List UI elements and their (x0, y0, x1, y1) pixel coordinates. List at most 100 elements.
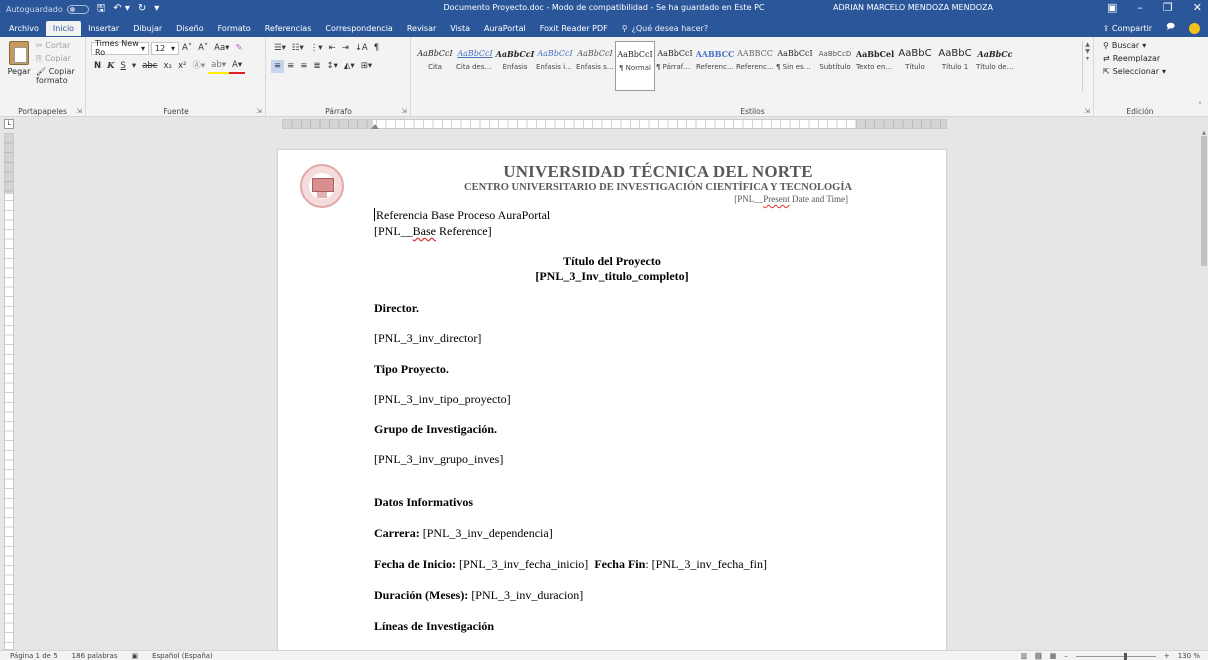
ribbon-display-icon[interactable]: ▣ (1107, 1, 1117, 14)
read-mode-icon[interactable]: ▥ (1021, 652, 1028, 660)
superscript-icon[interactable]: x² (175, 60, 189, 73)
minimize-icon[interactable]: – (1137, 1, 1143, 14)
collapse-ribbon-icon[interactable]: ˄ (1198, 101, 1202, 110)
decrease-indent-icon[interactable]: ⇤ (326, 42, 339, 55)
document-page[interactable]: UNIVERSIDAD TÉCNICA DEL NORTE CENTRO UNI… (278, 150, 946, 650)
style-cita-destacada[interactable]: AaBbCcI Cita desta... (455, 41, 495, 91)
close-icon[interactable]: ✕ (1193, 1, 1202, 14)
shading-icon[interactable]: ◭▾ (341, 60, 358, 73)
tab-archivo[interactable]: Archivo (2, 21, 46, 36)
font-color-icon[interactable]: A▾ (229, 59, 246, 74)
justify-icon[interactable]: ≣ (310, 60, 323, 73)
zoom-slider[interactable] (1075, 652, 1156, 660)
style-subtitulo[interactable]: AaBbCcD Subtítulo (815, 41, 855, 91)
tab-insertar[interactable]: Insertar (81, 21, 126, 36)
tab-revisar[interactable]: Revisar (400, 21, 443, 36)
word-count[interactable]: 186 palabras (72, 652, 118, 660)
font-name-select[interactable]: Times New Ro ▾ (91, 39, 149, 57)
clear-format-icon[interactable]: ✎ (232, 42, 245, 55)
zoom-slider-knob[interactable] (1123, 652, 1127, 660)
style-normal[interactable]: AaBbCcI ¶ Normal (615, 41, 655, 91)
style-referencia-intensa[interactable]: AABBCC Referencia... (695, 41, 735, 91)
tab-correspondencia[interactable]: Correspondencia (318, 21, 399, 36)
highlight-icon[interactable]: ab▾ (208, 59, 230, 74)
style-referencia-sutil[interactable]: AABBCC Referencia... (735, 41, 775, 91)
find-button[interactable]: ⚲ Buscar ▾ (1103, 41, 1146, 50)
line-spacing-icon[interactable]: ↕▾ (324, 60, 341, 73)
horizontal-ruler[interactable] (282, 119, 947, 129)
zoom-out-icon[interactable]: – (1064, 652, 1068, 660)
tab-dibujar[interactable]: Dibujar (126, 21, 169, 36)
user-name[interactable]: ADRIAN MARCELO MENDOZA MENDOZA (833, 3, 993, 12)
style-enfasis[interactable]: AaBbCcI Énfasis (495, 41, 535, 91)
numbering-icon[interactable]: ☷▾ (289, 42, 307, 55)
indent-marker-icon[interactable] (371, 124, 379, 129)
text-effects-icon[interactable]: Ⓐ▾ (189, 60, 208, 73)
subscript-icon[interactable]: x₂ (160, 60, 174, 73)
tab-formato[interactable]: Formato (211, 21, 258, 36)
underline-dropdown-icon[interactable]: ▾ (129, 60, 139, 73)
comments-icon[interactable]: 🗩 (1166, 21, 1175, 35)
multilevel-list-icon[interactable]: ⋮▾ (307, 42, 326, 55)
shrink-font-icon[interactable]: A˅ (195, 42, 211, 55)
title-bar: Autoguardado 🖫 ↶ ▾ ↻ ▾ Documento Proyect… (0, 0, 1208, 18)
style-titulo[interactable]: AaBbC Título (895, 41, 935, 91)
style-titulo-1[interactable]: AaBbC Título 1 (935, 41, 975, 91)
align-center-icon[interactable]: ≡ (284, 60, 297, 73)
style-sin-espaciado[interactable]: AaBbCcI ¶ Sin espa... (775, 41, 815, 91)
dialog-launcher-icon[interactable]: ⇲ (1084, 107, 1090, 115)
style-enfasis-sutil[interactable]: AaBbCcI Énfasis sutil (575, 41, 615, 91)
style-parrafo[interactable]: AaBbCcI ¶ Párrafo... (655, 41, 695, 91)
sort-icon[interactable]: ↓A (352, 42, 371, 55)
increase-indent-icon[interactable]: ⇥ (339, 42, 352, 55)
tab-foxit[interactable]: Foxit Reader PDF (533, 21, 615, 36)
select-button[interactable]: ⇱ Seleccionar ▾ (1103, 67, 1166, 76)
tab-auraportal[interactable]: AuraPortal (477, 21, 533, 36)
vertical-ruler[interactable] (4, 133, 14, 650)
styles-gallery-scroll[interactable]: ▲ ▼ ▾ (1082, 41, 1092, 91)
borders-icon[interactable]: ⊞▾ (358, 60, 375, 73)
style-cita[interactable]: AaBbCcI Cita (415, 41, 455, 91)
proofing-icon[interactable]: ▣ (131, 652, 138, 660)
tell-me-search[interactable]: ⚲ ¿Qué desea hacer? (615, 21, 715, 36)
change-case-icon[interactable]: Aa▾ (211, 42, 232, 55)
web-layout-icon[interactable]: ▦ (1050, 652, 1057, 660)
feedback-smiley-icon[interactable] (1189, 22, 1200, 34)
print-layout-icon[interactable]: ▤ (1035, 652, 1042, 660)
style-titulo-del-libro[interactable]: AaBbCc Título del... (975, 41, 1015, 91)
zoom-in-icon[interactable]: + (1164, 652, 1170, 660)
tab-selector[interactable]: L (4, 119, 14, 129)
language-indicator[interactable]: Español (España) (152, 652, 213, 660)
page-count[interactable]: Página 1 de 5 (10, 652, 58, 660)
style-enfasis-intenso[interactable]: AaBbCcI Énfasis int... (535, 41, 575, 91)
cut-button[interactable]: ✂ Cortar (36, 41, 70, 50)
dialog-launcher-icon[interactable]: ⇲ (256, 107, 262, 115)
paste-button[interactable]: Pegar (4, 41, 34, 76)
bullets-icon[interactable]: ☰▾ (271, 42, 289, 55)
show-marks-icon[interactable]: ¶ (371, 42, 382, 55)
tab-inicio[interactable]: Inicio (45, 21, 82, 36)
vertical-scrollbar[interactable]: ▲ (1200, 130, 1208, 650)
underline-button[interactable]: S (118, 60, 129, 73)
bold-button[interactable]: N (91, 60, 104, 73)
align-right-icon[interactable]: ≡ (297, 60, 310, 73)
grow-font-icon[interactable]: A˄ (179, 42, 195, 55)
share-button[interactable]: ⇪ Compartir (1103, 24, 1152, 33)
replace-button[interactable]: ⇄ Reemplazar (1103, 54, 1160, 63)
format-painter-button[interactable]: 🖌 Copiar formato (36, 67, 85, 85)
zoom-level[interactable]: 130 % (1178, 652, 1200, 660)
document-area[interactable]: UNIVERSIDAD TÉCNICA DEL NORTE CENTRO UNI… (16, 130, 1200, 650)
tab-diseno[interactable]: Diseño (169, 21, 210, 36)
tab-referencias[interactable]: Referencias (258, 21, 319, 36)
dialog-launcher-icon[interactable]: ⇲ (401, 107, 407, 115)
copy-button[interactable]: ⎘ Copiar (36, 54, 71, 64)
italic-button[interactable]: K (104, 60, 117, 73)
font-size-select[interactable]: 12 ▾ (151, 41, 179, 55)
restore-icon[interactable]: ❐ (1163, 1, 1173, 14)
strikethrough-icon[interactable]: abc (139, 60, 160, 73)
tab-vista[interactable]: Vista (443, 21, 477, 36)
dialog-launcher-icon[interactable]: ⇲ (76, 107, 82, 115)
scrollbar-thumb[interactable] (1201, 136, 1207, 266)
align-left-icon[interactable]: ≡ (271, 59, 285, 73)
style-texto-negrita[interactable]: AaBbCel Texto en n... (855, 41, 895, 91)
